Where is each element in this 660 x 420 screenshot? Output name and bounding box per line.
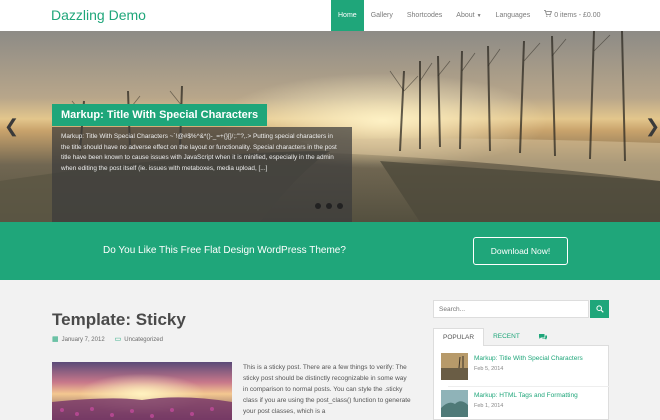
popular-posts-widget: Markup: Title With Special Characters Fe… [433, 346, 610, 420]
post-thumb [441, 353, 468, 380]
slider-next-button[interactable]: ❯ [645, 117, 660, 135]
calendar-icon: ▦ [52, 336, 59, 343]
list-item[interactable]: Markup: Title With Special Characters Fe… [441, 353, 610, 387]
post-category-wrap: ▭ Uncategorized [115, 335, 163, 343]
post-thumbnail-image [52, 362, 232, 420]
download-button[interactable]: Download Now! [473, 237, 568, 265]
post-date-wrap: ▦ January 7, 2012 [52, 335, 105, 343]
sidebar-tabs: POPULAR RECENT [433, 328, 609, 346]
slide-title[interactable]: Markup: Title With Special Characters [52, 104, 268, 126]
search-icon [595, 305, 604, 313]
nav-item-label: Languages [495, 12, 531, 19]
slider-pagination [315, 203, 343, 209]
tab-popular[interactable]: POPULAR [433, 328, 485, 346]
nav-item-about[interactable]: About ▼ [449, 0, 488, 31]
widget-post-title[interactable]: Markup: HTML Tags and Formatting [474, 392, 578, 399]
list-item[interactable]: Markup: HTML Tags and Formatting Feb 1, … [441, 390, 606, 420]
nav-item-languages[interactable]: Languages [489, 0, 538, 31]
post-category[interactable]: Uncategorized [124, 337, 163, 343]
nav-item-cart[interactable]: 0 items - £0.00 [537, 0, 607, 31]
slider-dot-2[interactable] [326, 203, 332, 209]
post-excerpt: This is a sticky post. There are a few t… [243, 364, 411, 415]
site-header: Dazzling Demo Home Gallery Shortcodes Ab… [0, 0, 660, 31]
slide-excerpt: Markup: Title With Special Characters ~`… [52, 127, 352, 222]
widget-post-title[interactable]: Markup: Title With Special Characters [474, 355, 583, 362]
slider-dot-1[interactable] [315, 203, 321, 209]
tab-recent[interactable]: RECENT [484, 328, 529, 346]
site-logo[interactable]: Dazzling Demo [51, 7, 146, 23]
post-date[interactable]: January 7, 2012 [62, 337, 105, 343]
folder-icon: ▭ [114, 336, 122, 343]
post-thumb [441, 390, 468, 417]
cart-summary: 0 items - £0.00 [554, 12, 601, 19]
post-thumbnail[interactable] [52, 362, 232, 420]
nav-item-label: Shortcodes [406, 12, 443, 19]
widget-post-date: Feb 1, 2014 [474, 403, 504, 409]
tab-comments[interactable] [529, 328, 557, 346]
nav-item-label: About [456, 12, 475, 19]
nav-item-label: Gallery [370, 12, 393, 19]
slider-dot-3[interactable] [337, 203, 343, 209]
search-input[interactable] [433, 300, 589, 318]
slider-prev-button[interactable]: ❮ [4, 117, 19, 135]
cta-band: Do You Like This Free Flat Design WordPr… [0, 222, 660, 280]
nav-item-home[interactable]: Home [331, 0, 364, 31]
post-meta: ▦ January 7, 2012 ▭ Uncategorized [52, 335, 163, 343]
divider [448, 386, 610, 387]
widget-post-date: Feb 5, 2014 [474, 366, 504, 372]
cart-icon [544, 10, 553, 17]
nav-item-shortcodes[interactable]: Shortcodes [400, 0, 449, 31]
search-button[interactable] [590, 300, 609, 318]
main-nav: Home Gallery Shortcodes About ▼ Languages… [331, 0, 608, 31]
cta-text: Do You Like This Free Flat Design WordPr… [103, 245, 346, 256]
caret-down-icon: ▼ [476, 13, 482, 19]
nav-item-gallery[interactable]: Gallery [364, 0, 400, 31]
hero-slider: ❮ ❯ Markup: Title With Special Character… [0, 31, 660, 222]
nav-item-label: Home [338, 12, 357, 19]
post-title[interactable]: Template: Sticky [52, 310, 186, 330]
comments-icon [538, 334, 547, 340]
